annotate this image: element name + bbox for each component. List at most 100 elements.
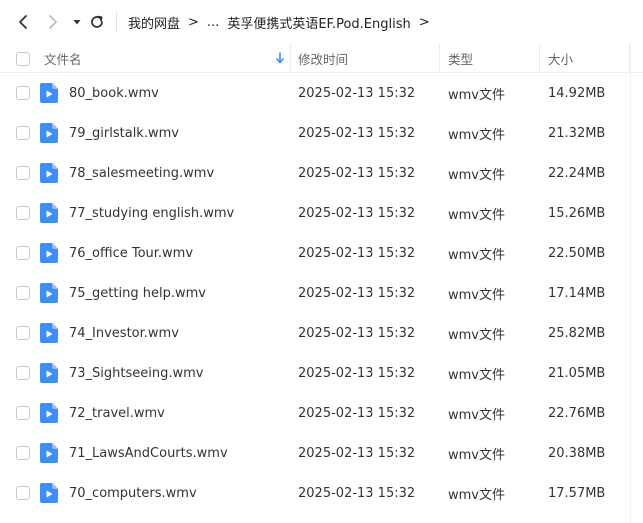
file-modified: 2025-02-13 15:32	[298, 445, 416, 461]
file-name[interactable]: 71_LawsAndCourts.wmv	[69, 433, 228, 473]
file-modified: 2025-02-13 15:32	[298, 125, 416, 141]
file-size: 17.14MB	[548, 285, 606, 301]
row-checkbox[interactable]	[16, 246, 30, 260]
file-size: 15.26MB	[548, 205, 606, 221]
file-browser: 我的网盘 > ... 英孚便携式英语EF.Pod.English > 文件名 修…	[0, 0, 643, 523]
caret-down-icon	[73, 20, 81, 25]
file-type: wmv文件	[448, 247, 505, 263]
breadcrumb-separator-icon: >	[188, 14, 199, 30]
file-size: 22.50MB	[548, 245, 606, 261]
column-header-name[interactable]: 文件名	[44, 44, 290, 72]
column-header-type[interactable]: 类型	[448, 44, 538, 72]
file-name[interactable]: 73_Sightseeing.wmv	[69, 353, 204, 393]
file-modified: 2025-02-13 15:32	[298, 325, 416, 341]
table-row[interactable]: 76_office Tour.wmv 2025-02-13 15:32 wmv文…	[0, 233, 643, 273]
file-name[interactable]: 77_studying english.wmv	[69, 193, 234, 233]
file-type: wmv文件	[448, 407, 505, 423]
file-size: 22.76MB	[548, 405, 606, 421]
video-file-icon	[40, 163, 58, 183]
file-modified: 2025-02-13 15:32	[298, 285, 416, 301]
row-checkbox[interactable]	[16, 366, 30, 380]
table-row[interactable]: 78_salesmeeting.wmv 2025-02-13 15:32 wmv…	[0, 153, 643, 193]
file-name[interactable]: 72_travel.wmv	[69, 393, 165, 433]
file-name[interactable]: 70_computers.wmv	[69, 473, 197, 513]
file-name[interactable]: 74_Investor.wmv	[69, 313, 179, 353]
file-modified: 2025-02-13 15:32	[298, 405, 416, 421]
breadcrumb: 我的网盘 > ... 英孚便携式英语EF.Pod.English >	[128, 0, 438, 44]
row-checkbox[interactable]	[16, 326, 30, 340]
refresh-icon	[91, 15, 103, 28]
column-header-size-label: 大小	[548, 51, 574, 67]
video-file-icon	[40, 443, 58, 463]
file-name[interactable]: 80_book.wmv	[69, 73, 159, 113]
file-size: 25.82MB	[548, 325, 606, 341]
table-row[interactable]: 71_LawsAndCourts.wmv 2025-02-13 15:32 wm…	[0, 433, 643, 473]
row-checkbox[interactable]	[16, 286, 30, 300]
history-dropdown-button[interactable]	[66, 11, 88, 33]
scrollbar-track[interactable]	[630, 44, 631, 523]
table-row[interactable]: 74_Investor.wmv 2025-02-13 15:32 wmv文件 2…	[0, 313, 643, 353]
table-row[interactable]: 79_girlstalk.wmv 2025-02-13 15:32 wmv文件 …	[0, 113, 643, 153]
file-modified: 2025-02-13 15:32	[298, 485, 416, 501]
file-size: 21.05MB	[548, 365, 606, 381]
file-modified: 2025-02-13 15:32	[298, 245, 416, 261]
column-divider[interactable]	[290, 44, 291, 72]
row-checkbox[interactable]	[16, 206, 30, 220]
file-type: wmv文件	[448, 447, 505, 463]
breadcrumb-current[interactable]: 英孚便携式英语EF.Pod.English	[227, 13, 410, 32]
file-modified: 2025-02-13 15:32	[298, 365, 416, 381]
table-row[interactable]: 77_studying english.wmv 2025-02-13 15:32…	[0, 193, 643, 233]
select-all-checkbox[interactable]	[16, 52, 30, 66]
video-file-icon	[40, 243, 58, 263]
video-file-icon	[40, 203, 58, 223]
column-header-modified[interactable]: 修改时间	[298, 44, 438, 72]
file-size: 14.92MB	[548, 85, 606, 101]
file-size: 21.32MB	[548, 125, 606, 141]
breadcrumb-separator-icon: >	[418, 14, 430, 30]
file-type: wmv文件	[448, 127, 505, 143]
table-row[interactable]: 70_computers.wmv 2025-02-13 15:32 wmv文件 …	[0, 473, 643, 513]
file-name[interactable]: 78_salesmeeting.wmv	[69, 153, 214, 193]
column-header-modified-label: 修改时间	[298, 51, 349, 67]
row-checkbox[interactable]	[16, 486, 30, 500]
file-name[interactable]: 79_girlstalk.wmv	[69, 113, 179, 153]
breadcrumb-root[interactable]: 我的网盘	[128, 13, 180, 32]
file-name[interactable]: 75_getting help.wmv	[69, 273, 206, 313]
file-type: wmv文件	[448, 327, 505, 343]
navigation-bar: 我的网盘 > ... 英孚便携式英语EF.Pod.English >	[0, 0, 643, 44]
column-header-name-label: 文件名	[44, 51, 82, 67]
table-row[interactable]: 72_travel.wmv 2025-02-13 15:32 wmv文件 22.…	[0, 393, 643, 433]
file-size: 17.57MB	[548, 485, 606, 501]
row-checkbox[interactable]	[16, 446, 30, 460]
row-checkbox[interactable]	[16, 86, 30, 100]
column-divider[interactable]	[539, 44, 540, 72]
forward-button[interactable]	[42, 11, 64, 33]
video-file-icon	[40, 323, 58, 343]
column-divider[interactable]	[439, 44, 440, 72]
row-checkbox[interactable]	[16, 406, 30, 420]
file-size: 22.24MB	[548, 165, 606, 181]
file-type: wmv文件	[448, 367, 505, 383]
column-header-type-label: 类型	[448, 51, 474, 67]
file-type: wmv文件	[448, 287, 505, 303]
nav-divider	[116, 12, 117, 32]
file-type: wmv文件	[448, 207, 505, 223]
column-header-size[interactable]: 大小	[548, 44, 628, 72]
file-modified: 2025-02-13 15:32	[298, 85, 416, 101]
video-file-icon	[40, 123, 58, 143]
refresh-button[interactable]	[86, 11, 108, 33]
video-file-icon	[40, 83, 58, 103]
file-modified: 2025-02-13 15:32	[298, 205, 416, 221]
back-button[interactable]	[12, 11, 34, 33]
table-row[interactable]: 73_Sightseeing.wmv 2025-02-13 15:32 wmv文…	[0, 353, 643, 393]
table-row[interactable]: 75_getting help.wmv 2025-02-13 15:32 wmv…	[0, 273, 643, 313]
sort-down-arrow-icon	[276, 52, 284, 64]
table-row[interactable]: 80_book.wmv 2025-02-13 15:32 wmv文件 14.92…	[0, 73, 643, 113]
video-file-icon	[40, 283, 58, 303]
chevron-left-icon	[19, 15, 27, 29]
file-type: wmv文件	[448, 167, 505, 183]
row-checkbox[interactable]	[16, 126, 30, 140]
file-name[interactable]: 76_office Tour.wmv	[69, 233, 193, 273]
breadcrumb-ellipsis[interactable]: ...	[207, 15, 219, 30]
row-checkbox[interactable]	[16, 166, 30, 180]
